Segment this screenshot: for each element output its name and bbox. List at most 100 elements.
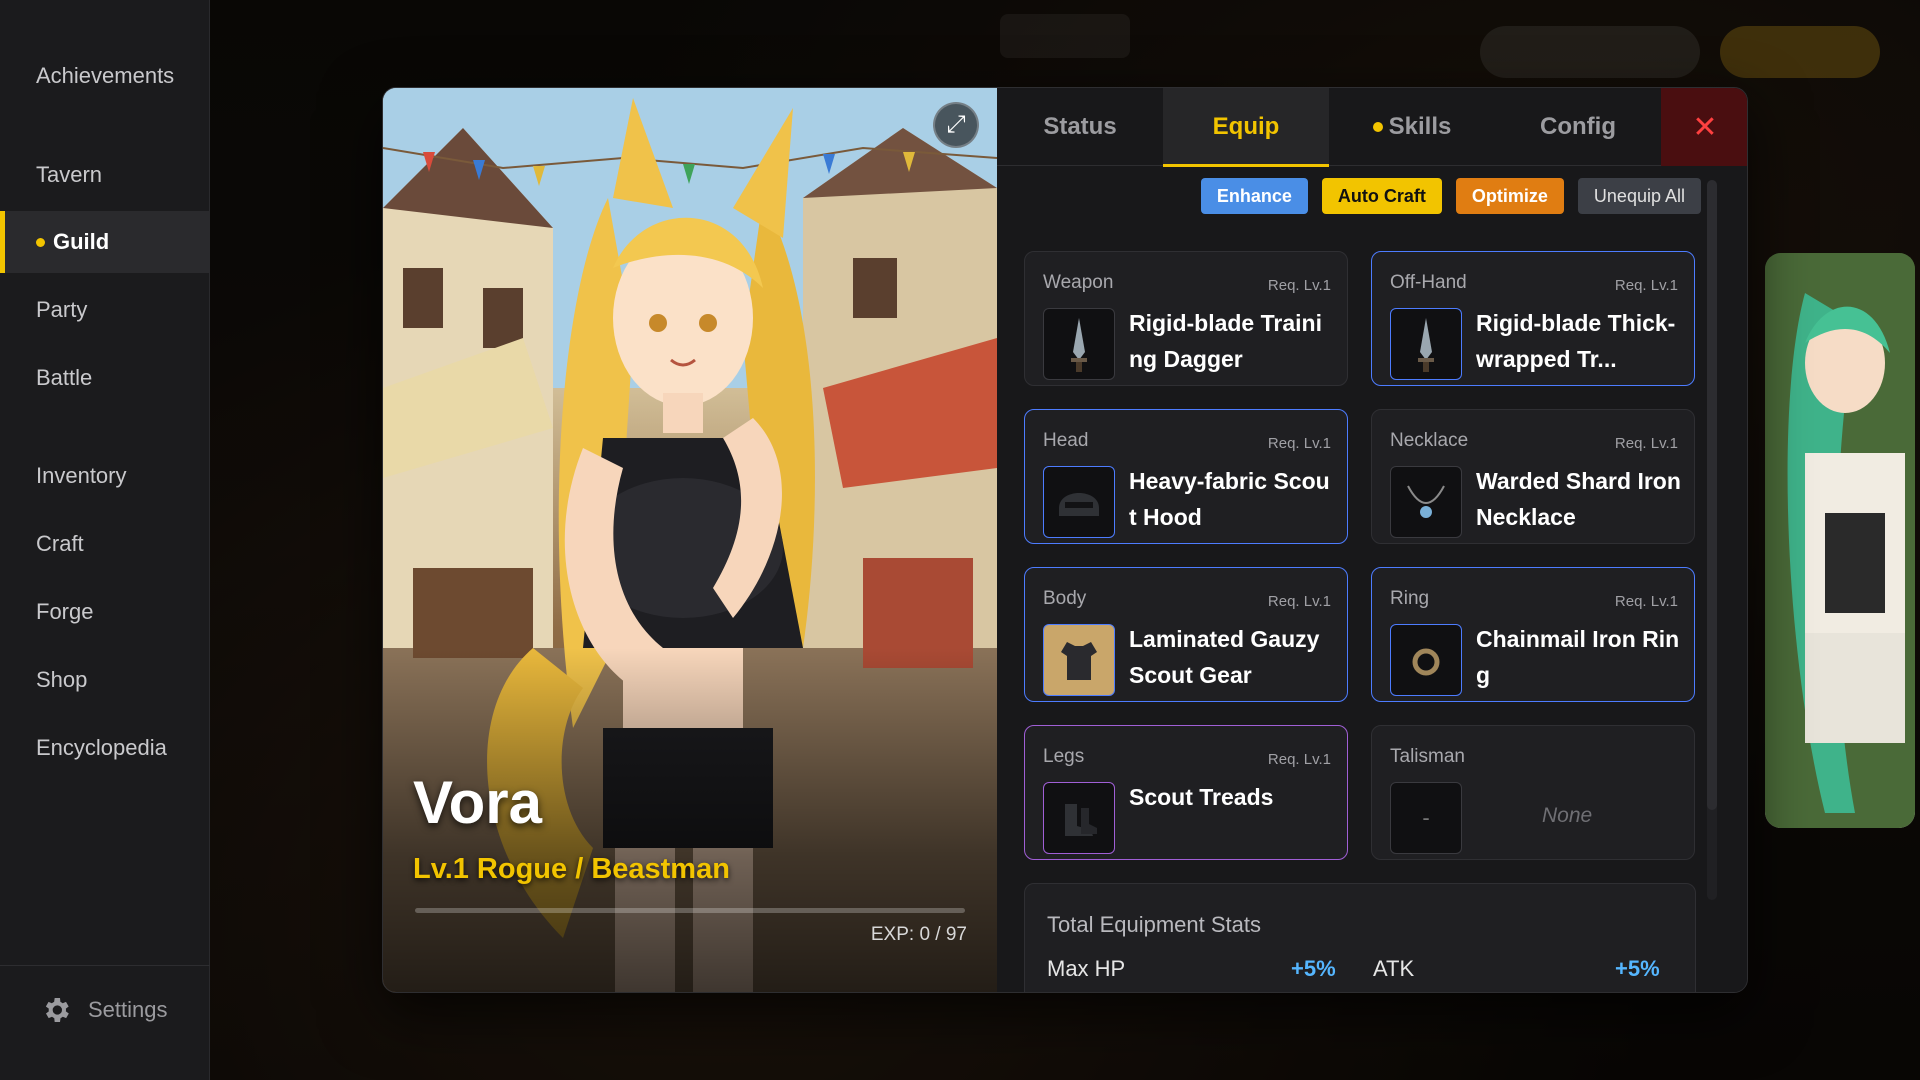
sidebar-item-label: Inventory (36, 463, 127, 488)
armor-icon (1043, 624, 1115, 696)
sidebar-divider (0, 965, 210, 966)
background-pill (1480, 26, 1700, 78)
item-name: Scout Treads (1129, 784, 1274, 810)
close-icon: ✕ (1692, 110, 1718, 144)
stat-value: +5% (1291, 956, 1336, 981)
slot-requirement: Req. Lv.1 (1614, 593, 1678, 610)
notification-dot (1372, 122, 1383, 132)
sidebar-item-label: Battle (36, 365, 93, 390)
stats-title: Total Equipment Stats (1047, 912, 1262, 937)
scrollbar-thumb[interactable] (1707, 180, 1717, 810)
slot-label: Necklace (1390, 430, 1469, 451)
slot-talisman[interactable]: Talisman - None (1371, 725, 1695, 860)
slot-requirement: Req. Lv.1 (1267, 751, 1331, 768)
tab-skills[interactable]: Skills (1329, 88, 1495, 166)
item-name: Rigid-blade Thick-wrapped Tr... (1476, 310, 1676, 372)
sidebar-item-label: Encyclopedia (36, 735, 167, 760)
slot-requirement: Req. Lv.1 (1614, 435, 1678, 452)
scrollbar[interactable] (1707, 180, 1717, 900)
sidebar-item-shop[interactable]: Shop (0, 649, 210, 711)
equipment-slots: Weapon Req. Lv.1 Rigid-blade Training Da… (1024, 251, 1696, 860)
slot-off-hand[interactable]: Off-Hand Req. Lv.1 Rigid-blade Thick-wra… (1371, 251, 1695, 386)
slot-label: Legs (1043, 746, 1085, 767)
total-equipment-stats: Total Equipment Stats Max HP +5% ATK +5% (1024, 883, 1696, 992)
stat-label: Max HP (1047, 956, 1126, 981)
sidebar-item-achievements[interactable]: Achievements (0, 45, 210, 107)
next-character-card[interactable] (1765, 253, 1915, 828)
character-modal: ⤢ Vora Lv.1 Rogue / Beastman EXP: 0 / 97… (382, 87, 1748, 993)
boots-icon (1043, 782, 1115, 854)
item-name: Heavy-fabric Scout Hood (1129, 468, 1330, 530)
slot-body[interactable]: Body Req. Lv.1 Laminated Gauzy Scout Gea… (1024, 567, 1348, 702)
slot-requirement: Req. Lv.1 (1267, 435, 1331, 452)
sidebar-item-craft[interactable]: Craft (0, 513, 210, 575)
enhance-button[interactable]: Enhance (1200, 178, 1308, 214)
sidebar-item-inventory[interactable]: Inventory (0, 445, 210, 507)
sidebar-item-label: Achievements (36, 63, 175, 88)
helmet-icon (1043, 466, 1115, 538)
slot-weapon[interactable]: Weapon Req. Lv.1 Rigid-blade Training Da… (1024, 251, 1348, 386)
sidebar-item-label: Guild (53, 229, 110, 254)
dagger-icon (1043, 308, 1115, 380)
auto-craft-button[interactable]: Auto Craft (1321, 178, 1442, 214)
ring-icon (1390, 624, 1462, 696)
sidebar-item-party[interactable]: Party (0, 279, 210, 341)
sidebar-item-battle[interactable]: Battle (0, 347, 210, 409)
slot-necklace[interactable]: Necklace Req. Lv.1 Warded Shard Iron Nec… (1371, 409, 1695, 544)
sidebar-item-forge[interactable]: Forge (0, 581, 210, 643)
settings-button[interactable]: Settings (40, 988, 168, 1032)
sidebar-item-label: Forge (36, 599, 94, 624)
item-name: Laminated Gauzy Scout Gear (1129, 626, 1320, 688)
sidebar-item-label: Party (36, 297, 88, 322)
empty-mark: - (1422, 805, 1430, 830)
slot-requirement: Req. Lv.1 (1267, 593, 1331, 610)
character-class: Lv.1 Rogue / Beastman (413, 853, 730, 885)
slot-ring[interactable]: Ring Req. Lv.1 Chainmail Iron Ring (1371, 567, 1695, 702)
tab-label: Skills (1388, 113, 1452, 140)
slot-requirement: Req. Lv.1 (1267, 277, 1331, 294)
notification-dot (36, 237, 45, 247)
expand-icon: ⤢ (946, 111, 966, 138)
sidebar-item-tavern[interactable]: Tavern (0, 144, 210, 206)
tab-equip[interactable]: Equip (1163, 88, 1329, 167)
sidebar-item-label: Tavern (36, 162, 103, 187)
slot-label: Body (1043, 588, 1087, 609)
expand-portrait-button[interactable]: ⤢ (933, 102, 979, 148)
item-name-empty: None (1542, 804, 1593, 827)
sidebar-item-label: Craft (36, 531, 84, 556)
character-thumbnail (1765, 253, 1915, 828)
settings-label: Settings (88, 997, 168, 1022)
close-button[interactable]: ✕ (1661, 88, 1747, 166)
sidebar-item-label: Shop (36, 667, 88, 692)
dagger-icon (1390, 308, 1462, 380)
tab-config[interactable]: Config (1495, 88, 1661, 166)
sidebar: Achievements Tavern Guild Party Battle I… (0, 0, 210, 1080)
tab-bar: Status Equip Skills Config (997, 88, 1747, 167)
equip-actions: Enhance Auto Craft Optimize Unequip All (1200, 178, 1701, 214)
slot-label: Off-Hand (1390, 272, 1467, 293)
character-name: Vora (413, 769, 542, 836)
tab-label: Status (1043, 113, 1117, 140)
gear-icon (45, 998, 69, 1022)
item-name: Warded Shard Iron Necklace (1476, 468, 1681, 530)
slot-legs[interactable]: Legs Req. Lv.1 Scout Treads (1024, 725, 1348, 860)
empty-slot-icon: - (1390, 782, 1462, 854)
stat-label: ATK (1373, 956, 1415, 981)
tab-label: Equip (1212, 113, 1280, 140)
stat-value: +5% (1615, 956, 1660, 981)
slot-label: Ring (1390, 588, 1430, 609)
optimize-button[interactable]: Optimize (1455, 178, 1564, 214)
slot-label: Head (1043, 430, 1089, 451)
sidebar-item-guild[interactable]: Guild (0, 211, 210, 273)
tab-status[interactable]: Status (997, 88, 1163, 166)
necklace-icon (1390, 466, 1462, 538)
sidebar-item-encyclopedia[interactable]: Encyclopedia (0, 717, 210, 779)
exp-progress-bar (415, 908, 965, 913)
character-portrait: ⤢ Vora Lv.1 Rogue / Beastman EXP: 0 / 97 (383, 88, 997, 992)
unequip-all-button[interactable]: Unequip All (1577, 178, 1701, 214)
slot-head[interactable]: Head Req. Lv.1 Heavy-fabric Scout Hood (1024, 409, 1348, 544)
background-pill (1720, 26, 1880, 78)
exp-text: EXP: 0 / 97 (870, 924, 967, 945)
item-name: Rigid-blade Training Dagger (1129, 310, 1322, 372)
tab-label: Config (1540, 113, 1616, 140)
